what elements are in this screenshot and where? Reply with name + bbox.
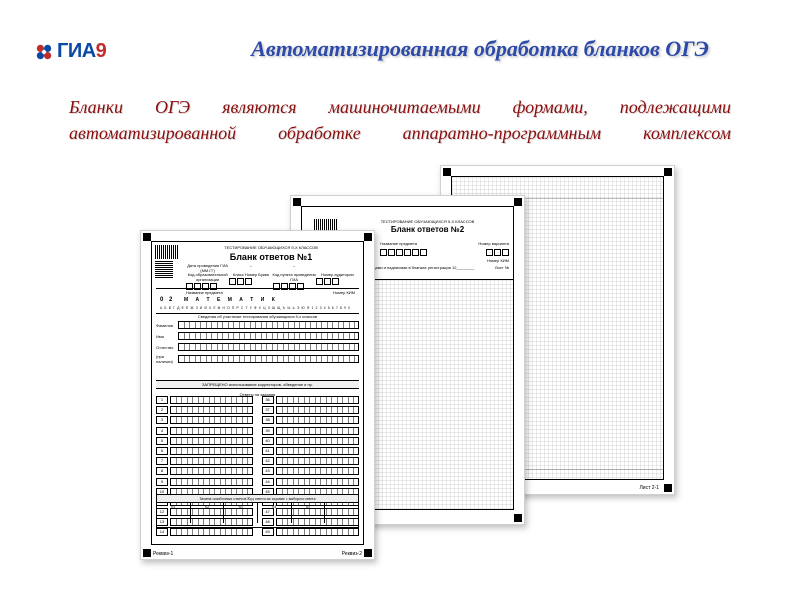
sheet2-caption: ТЕСТИРОВАНИЕ ОБУЧАЮЩИХСЯ 9-Х КЛАССОВ (342, 219, 513, 224)
sheet1-participant: Сведения об участнике тестирования обуча… (156, 314, 359, 367)
sheet1-corrections: Замена ошибочных ответов Код ответа на з… (156, 494, 359, 528)
gia9-logo: ГИА9 (35, 40, 106, 63)
slide-title: Автоматизированная обработка бланков ОГЭ (195, 36, 765, 62)
form-sheet-answers1: ТЕСТИРОВАНИЕ ОБУЧАЮЩИХСЯ 9-Х КЛАССОВ Бла… (140, 230, 375, 560)
slide-header: ГИА9 Автоматизированная обработка бланко… (35, 36, 765, 66)
logo-text: ГИА9 (57, 40, 106, 63)
barcode-icon (155, 245, 179, 259)
sheet1-subject: Название предмета Номер КИМ 0 2 М А Т Е … (156, 288, 359, 314)
slide-body-text: Бланки ОГЭ являются машиночитаемыми форм… (69, 95, 731, 146)
form-stack: Лист 2-1 ТЕСТИРОВАНИЕ ОБУЧАЮЩИХСЯ 9-Х КЛ… (140, 160, 680, 580)
sheet1-warning: ЗАПРЕЩЕНО использование корректоров, обв… (156, 380, 359, 389)
sheet1-foot-l: Реквиз-1 (153, 551, 173, 557)
sheet3-footer: Лист 2-1 (640, 485, 659, 491)
sheet1-title: Бланк ответов №1 (182, 252, 360, 262)
sheet1-caption: ТЕСТИРОВАНИЕ ОБУЧАЮЩИХСЯ 9-Х КЛАССОВ (182, 245, 360, 250)
qr-icon (155, 260, 173, 278)
sheet1-foot-r: Реквиз-2 (342, 551, 362, 557)
sheet1-answers: Ответы на задания 1234567891011121314 36… (156, 392, 359, 506)
logo-flower-icon (35, 43, 53, 61)
